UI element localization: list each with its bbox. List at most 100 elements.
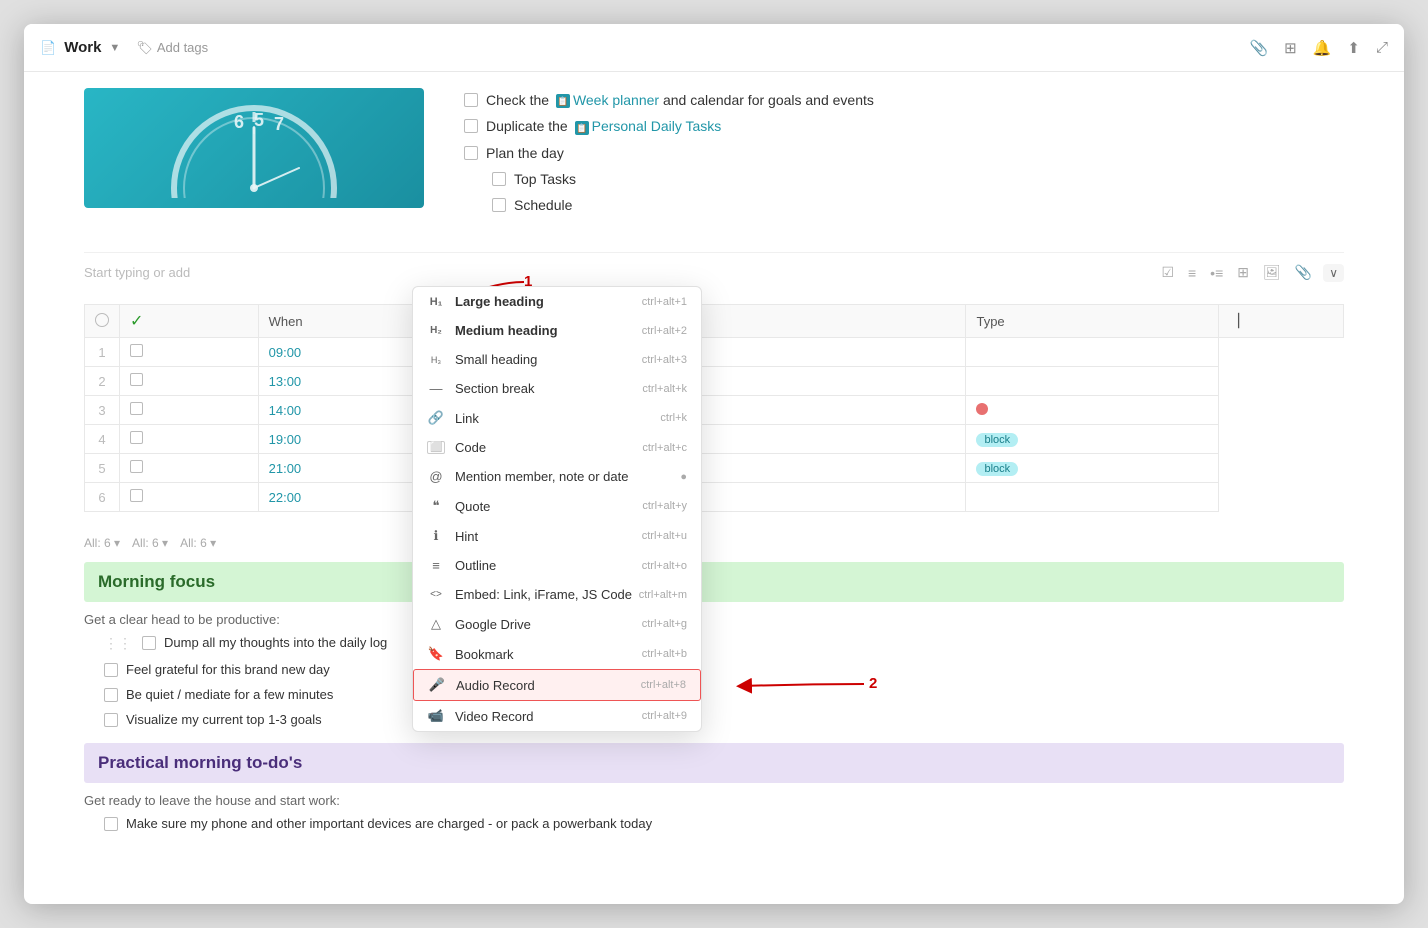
menu-item-section-break[interactable]: — Section break ctrl+alt+k	[413, 374, 701, 403]
bell-icon[interactable]: 🔔	[1313, 39, 1332, 57]
row-check-4[interactable]	[120, 425, 259, 454]
bookmark-icon: 🔖	[427, 646, 445, 662]
row-num-2: 2	[85, 367, 120, 396]
menu-item-large-heading[interactable]: H₁ Large heading ctrl+alt+1	[413, 287, 701, 316]
menu-label-hint: Hint	[455, 529, 478, 544]
morning-checkbox-4[interactable]	[104, 713, 118, 727]
menu-item-medium-heading[interactable]: H₂ Medium heading ctrl+alt+2	[413, 316, 701, 345]
clock-illustration: 6 5 7	[154, 98, 354, 198]
menu-item-bookmark[interactable]: 🔖 Bookmark ctrl+alt+b	[413, 639, 701, 669]
table-row: 4 19:00 Work on side b… block	[85, 425, 1344, 454]
row-check-1[interactable]	[120, 338, 259, 367]
practical-checkbox-1[interactable]	[104, 817, 118, 831]
quote-icon: ❝	[427, 498, 445, 514]
checkbox-3[interactable]	[464, 146, 478, 160]
attachment-icon[interactable]: 📎	[1249, 39, 1268, 57]
add-tags-button[interactable]: 🏷 Add tags	[128, 36, 216, 60]
checkbox-2[interactable]	[464, 119, 478, 133]
doc-icon: 📄	[40, 40, 56, 56]
menu-item-mention[interactable]: @ Mention member, note or date ●	[413, 462, 701, 491]
checkbox-1[interactable]	[464, 93, 478, 107]
toolbar-ordered-list-icon[interactable]: ≡	[1185, 262, 1199, 284]
menu-item-outline[interactable]: ≡ Outline ctrl+alt+o	[413, 551, 701, 580]
checkbox-sub-2[interactable]	[492, 198, 506, 212]
toolbar-unordered-list-icon[interactable]: •≡	[1207, 262, 1226, 284]
menu-label-small-heading: Small heading	[455, 352, 537, 367]
menu-item-quote[interactable]: ❝ Quote ctrl+alt+y	[413, 491, 701, 521]
drag-handle-icon[interactable]: ⋮⋮	[104, 635, 132, 652]
shortcut-embed: ctrl+alt+m	[639, 589, 687, 601]
section-break-icon: —	[427, 381, 445, 396]
audio-record-icon: 🎤	[428, 677, 446, 693]
footer-col3[interactable]: All: 6 ▾	[180, 536, 216, 550]
left-column: 6 5 7	[84, 72, 424, 228]
row-num-6: 6	[85, 483, 120, 512]
medium-heading-icon: H₂	[427, 325, 445, 336]
svg-text:7: 7	[274, 114, 284, 134]
row-num-3: 3	[85, 396, 120, 425]
row-num-5: 5	[85, 454, 120, 483]
menu-item-video-record[interactable]: 📹 Video Record ctrl+alt+9	[413, 701, 701, 731]
checklist-item-2: Duplicate the 📋Personal Daily Tasks	[464, 118, 1344, 134]
personal-tasks-link[interactable]: Personal Daily Tasks	[592, 118, 722, 134]
shortcut-link: ctrl+k	[660, 412, 687, 424]
share-icon[interactable]: ⬆	[1347, 39, 1360, 57]
morning-checkbox-3[interactable]	[104, 688, 118, 702]
menu-label-audio-record: Audio Record	[456, 678, 535, 693]
page-title: Work	[64, 39, 101, 56]
toolbar-image-icon[interactable]: 🖼	[1260, 261, 1284, 284]
tag-icon: 🏷	[136, 40, 153, 56]
checklist-item-3: Plan the day	[464, 145, 1344, 161]
checkbox-sub-1[interactable]	[492, 172, 506, 186]
morning-text-2: Feel grateful for this brand new day	[126, 662, 330, 677]
week-planner-link[interactable]: Week planner	[573, 92, 659, 108]
toolbar-checkbox-icon[interactable]: ☑	[1158, 261, 1177, 284]
menu-item-google-drive[interactable]: △ Google Drive ctrl+alt+g	[413, 609, 701, 639]
toolbar-more-dropdown[interactable]: ∨	[1323, 264, 1344, 282]
menu-item-link[interactable]: 🔗 Link ctrl+k	[413, 403, 701, 433]
shortcut-hint: ctrl+alt+u	[642, 530, 687, 542]
morning-item-2: Feel grateful for this brand new day	[104, 662, 1344, 677]
fullscreen-icon[interactable]: ⤢	[1376, 39, 1388, 56]
row-check-3[interactable]	[120, 396, 259, 425]
footer-col1[interactable]: All: 6 ▾	[84, 536, 120, 550]
shortcut-outline: ctrl+alt+o	[642, 560, 687, 572]
embed-icon: <>	[427, 589, 445, 600]
shortcut-medium-heading: ctrl+alt+2	[642, 325, 687, 337]
morning-item-1: Dump all my thoughts into the daily log	[164, 635, 387, 650]
row-type-6	[966, 483, 1219, 512]
shortcut-large-heading: ctrl+alt+1	[642, 296, 687, 308]
practical-item-1: Make sure my phone and other important d…	[104, 816, 1344, 831]
row-check-6[interactable]	[120, 483, 259, 512]
menu-item-hint[interactable]: ℹ Hint ctrl+alt+u	[413, 521, 701, 551]
toolbar-table-icon[interactable]: ⊞	[1234, 261, 1252, 284]
shortcut-mention: ●	[680, 471, 687, 483]
titlebar-right: 📎 ⊞ 🔔 ⬆ ⤢	[1249, 39, 1388, 57]
outline-icon: ≡	[427, 558, 445, 573]
menu-item-small-heading[interactable]: H₃ Small heading ctrl+alt+3	[413, 345, 701, 374]
grid-icon[interactable]: ⊞	[1284, 39, 1297, 57]
menu-item-embed[interactable]: <> Embed: Link, iFrame, JS Code ctrl+alt…	[413, 580, 701, 609]
morning-checkbox-2[interactable]	[104, 663, 118, 677]
title-dropdown-arrow[interactable]: ▼	[109, 42, 120, 54]
col-type: Type	[966, 305, 1219, 338]
toolbar-attachment-icon[interactable]: 📎	[1292, 261, 1315, 284]
google-drive-icon: △	[427, 616, 445, 632]
tag-block-1: block	[976, 433, 1018, 447]
menu-item-audio-record[interactable]: 🎤 Audio Record ctrl+alt+8	[413, 669, 701, 701]
morning-checkbox-1[interactable]	[142, 636, 156, 650]
svg-text:6: 6	[234, 112, 244, 132]
menu-item-code[interactable]: ⬜ Code ctrl+alt+c	[413, 433, 701, 462]
row-type-5: block	[966, 454, 1219, 483]
row-check-2[interactable]	[120, 367, 259, 396]
task-table: ✓ When Wh… Type ▕ 1 09:00 Complete work…	[84, 304, 1344, 512]
row-check-5[interactable]	[120, 454, 259, 483]
footer-col2[interactable]: All: 6 ▾	[132, 536, 168, 550]
personal-tasks-icon: 📋	[575, 121, 589, 135]
row-num-4: 4	[85, 425, 120, 454]
row-num-1: 1	[85, 338, 120, 367]
practical-morning-subtitle: Get ready to leave the house and start w…	[84, 793, 1344, 808]
mention-icon: @	[427, 469, 445, 484]
table-row: 6 22:00 And so on…	[85, 483, 1344, 512]
shortcut-audio-record: ctrl+alt+8	[641, 679, 686, 691]
